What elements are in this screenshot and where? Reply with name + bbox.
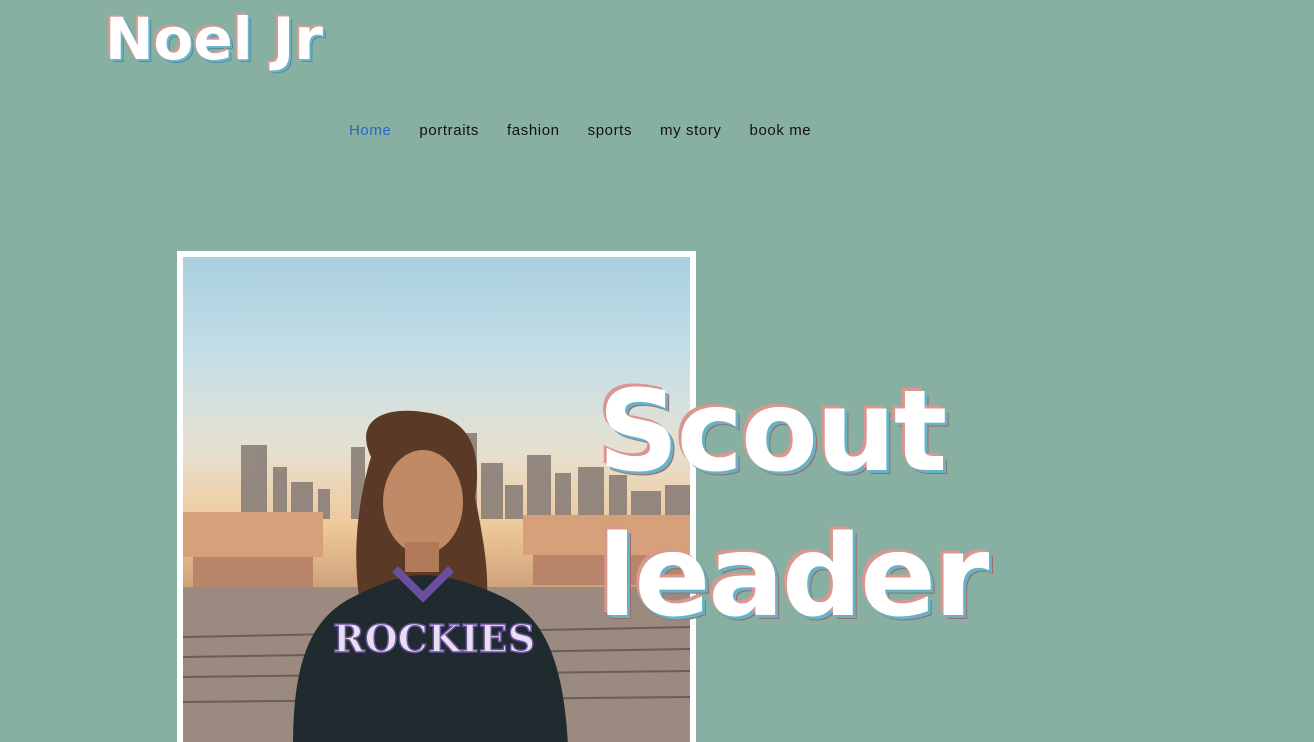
site-title[interactable]: Noel Jr (105, 7, 323, 72)
main-nav: Home portraits fashion sports my story b… (349, 122, 839, 139)
hero-headline: Scout leader (598, 360, 989, 650)
nav-item-fashion[interactable]: fashion (507, 122, 560, 139)
nav-item-portraits[interactable]: portraits (419, 122, 479, 139)
nav-item-home[interactable]: Home (349, 122, 391, 139)
hero-headline-line-2: leader (598, 512, 989, 642)
nav-item-book-me[interactable]: book me (750, 122, 812, 139)
jacket-lettering: ROCKIES (333, 616, 535, 661)
nav-item-sports[interactable]: sports (588, 122, 632, 139)
hero-headline-line-1: Scout (598, 367, 947, 497)
nav-item-my-story[interactable]: my story (660, 122, 721, 139)
